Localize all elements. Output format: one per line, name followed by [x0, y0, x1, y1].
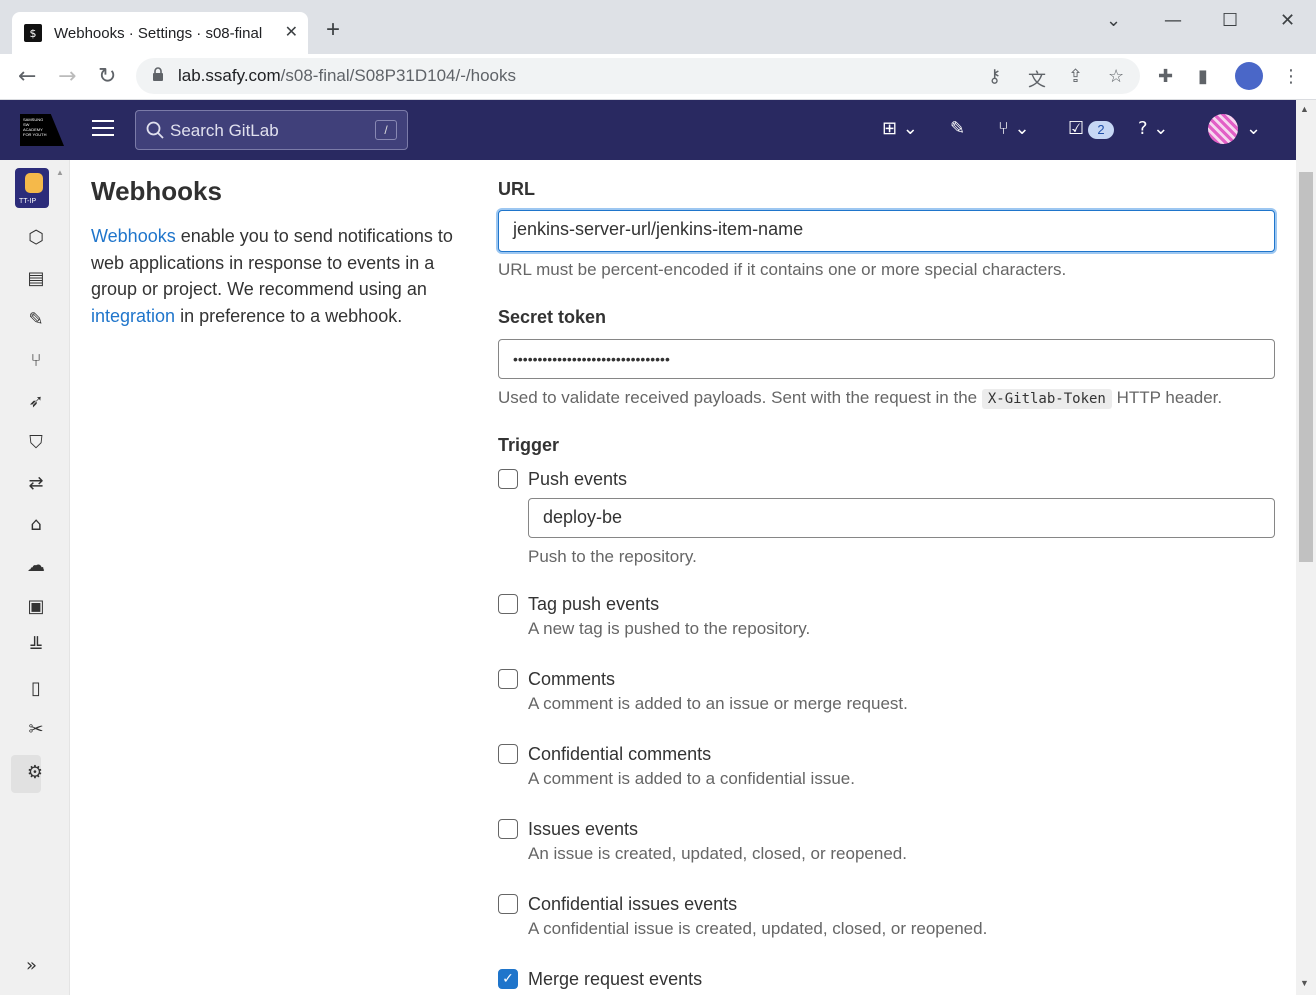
- confidential-issues-events-checkbox[interactable]: [498, 894, 518, 914]
- gitlab-top-bar: SAMSUNG SW ACADEMY FOR YOUTH Search GitL…: [0, 100, 1296, 160]
- settings-icon[interactable]: ⚙: [23, 761, 47, 785]
- side-panel-icon[interactable]: ▮: [1198, 66, 1208, 87]
- issues-events-label: Issues events: [528, 819, 639, 839]
- todos-count-badge: 2: [1088, 121, 1114, 139]
- infrastructure-icon[interactable]: ☁: [24, 554, 48, 578]
- push-branch-filter-input[interactable]: deploy-be: [528, 498, 1275, 538]
- security-icon[interactable]: ⛉: [24, 431, 48, 455]
- reload-icon[interactable]: ↻: [98, 64, 116, 89]
- push-events-checkbox[interactable]: [498, 469, 518, 489]
- integration-link[interactable]: integration: [91, 306, 175, 326]
- analytics-icon[interactable]: ╩: [24, 636, 48, 660]
- issues-events-help: An issue is created, updated, closed, or…: [528, 844, 907, 863]
- bookmark-star-icon[interactable]: ☆: [1108, 66, 1124, 87]
- snippets-icon[interactable]: ✂: [24, 718, 48, 742]
- monitor-icon[interactable]: ▣: [24, 595, 48, 619]
- header-code: X-Gitlab-Token: [981, 389, 1112, 409]
- gitlab-brand-logo[interactable]: SAMSUNG SW ACADEMY FOR YOUTH: [20, 114, 64, 146]
- confidential-comments-help: A comment is added to a confidential iss…: [528, 769, 855, 788]
- todos-icon[interactable]: ☑: [1068, 118, 1084, 139]
- search-shortcut-hint: /: [375, 120, 397, 140]
- password-key-icon[interactable]: ⚷: [988, 66, 1001, 87]
- push-events-label: Push events: [528, 469, 628, 489]
- project-avatar[interactable]: TT-IP: [15, 168, 49, 208]
- maximize-icon[interactable]: ☐: [1222, 10, 1238, 31]
- browser-toolbar: ← → ↻ lab.ssafy.com/s08-final/S08P31D104…: [0, 54, 1316, 100]
- create-new-icon[interactable]: ⊞ ⌄: [882, 118, 918, 139]
- search-icon: [146, 121, 164, 139]
- url-input[interactable]: jenkins-server-url/jenkins-item-name: [498, 210, 1275, 252]
- chrome-menu-icon[interactable]: ⋮: [1282, 66, 1300, 87]
- merge-requests-icon[interactable]: ⑂: [24, 349, 48, 373]
- browser-tab-active[interactable]: $ Webhooks · Settings · s08-final ✕: [12, 12, 308, 54]
- confidential-comments-checkbox[interactable]: [498, 744, 518, 764]
- issues-icon[interactable]: ✎: [24, 308, 48, 332]
- merge-requests-header-icon[interactable]: ⑂ ⌄: [998, 118, 1030, 139]
- confidential-issues-events-label: Confidential issues events: [528, 894, 738, 914]
- secret-token-help-text: Used to validate received payloads. Sent…: [498, 388, 1223, 409]
- back-icon[interactable]: ←: [18, 64, 36, 89]
- trigger-label: Trigger: [498, 435, 560, 455]
- ci-cd-icon[interactable]: ➶: [24, 390, 48, 414]
- extensions-icon[interactable]: ✚: [1158, 66, 1173, 87]
- comments-checkbox[interactable]: [498, 669, 518, 689]
- wiki-icon[interactable]: ▯: [24, 677, 48, 701]
- project-overview-icon[interactable]: ⬡: [24, 226, 48, 250]
- address-bar[interactable]: lab.ssafy.com/s08-final/S08P31D104/-/hoo…: [136, 58, 1140, 94]
- confidential-issues-events-help: A confidential issue is created, updated…: [528, 919, 988, 938]
- comments-label: Comments: [528, 669, 616, 689]
- main-menu-icon[interactable]: [92, 120, 114, 138]
- share-icon[interactable]: ⇪: [1068, 66, 1083, 87]
- translate-icon[interactable]: 文: [1028, 66, 1046, 92]
- close-window-icon[interactable]: ✕: [1280, 10, 1295, 31]
- chrome-profile-avatar[interactable]: [1235, 62, 1263, 90]
- webhooks-docs-link[interactable]: Webhooks: [91, 226, 176, 246]
- search-input[interactable]: Search GitLab /: [135, 110, 408, 150]
- browser-tabstrip: $ Webhooks · Settings · s08-final ✕ + ⌄ …: [0, 0, 1316, 54]
- push-events-help: Push to the repository.: [528, 547, 697, 566]
- merge-request-events-checkbox[interactable]: ✓: [498, 969, 518, 989]
- comments-help: A comment is added to an issue or merge …: [528, 694, 908, 713]
- sidebar-scroll-up-icon[interactable]: ▲: [56, 168, 64, 177]
- url-label: URL: [498, 179, 535, 199]
- lock-icon: [153, 67, 163, 81]
- page-scrollbar[interactable]: ▲ ▼: [1296, 100, 1316, 995]
- gitlab-favicon-icon: $: [24, 24, 42, 42]
- forward-icon[interactable]: →: [58, 64, 76, 89]
- help-icon[interactable]: ? ⌄: [1138, 118, 1168, 139]
- tag-push-events-checkbox[interactable]: [498, 594, 518, 614]
- page-title: Webhooks: [91, 176, 222, 206]
- merge-request-events-label: Merge request events: [528, 969, 703, 989]
- collapse-sidebar-icon[interactable]: »: [26, 955, 37, 976]
- user-avatar[interactable]: [1208, 114, 1238, 144]
- url-text: lab.ssafy.com/s08-final/S08P31D104/-/hoo…: [178, 66, 516, 85]
- issues-header-icon[interactable]: ✎: [950, 118, 965, 139]
- secret-token-label: Secret token: [498, 307, 607, 327]
- tag-push-events-label: Tag push events: [528, 594, 660, 614]
- webhooks-intro: Webhooks Webhooks enable you to send not…: [91, 176, 461, 329]
- project-sidebar: TT-IP ▲ ⬡ ▤ ✎ ⑂ ➶ ⛉ ⇄ ⌂ ☁ ▣ ╩ ▯ ✂ ⚙ »: [0, 160, 70, 995]
- new-tab-icon[interactable]: +: [326, 16, 340, 44]
- repository-icon[interactable]: ▤: [24, 267, 48, 291]
- close-tab-icon[interactable]: ✕: [285, 22, 298, 42]
- tag-push-events-help: A new tag is pushed to the repository.: [528, 619, 811, 638]
- scrollbar-thumb[interactable]: [1299, 172, 1313, 562]
- minimize-icon[interactable]: —: [1164, 10, 1182, 31]
- scroll-up-icon[interactable]: ▲: [1300, 104, 1309, 114]
- secret-token-input[interactable]: ••••••••••••••••••••••••••••••••: [498, 339, 1275, 379]
- issues-events-checkbox[interactable]: [498, 819, 518, 839]
- tab-search-chevron-icon[interactable]: ⌄: [1106, 10, 1121, 31]
- packages-icon[interactable]: ⌂: [24, 513, 48, 537]
- url-help-text: URL must be percent-encoded if it contai…: [498, 260, 1067, 279]
- webhooks-description: Webhooks enable you to send notification…: [91, 226, 453, 326]
- tab-title: Webhooks · Settings · s08-final: [54, 24, 263, 42]
- confidential-comments-label: Confidential comments: [528, 744, 712, 764]
- user-menu-chevron-icon[interactable]: ⌄: [1246, 118, 1261, 139]
- scroll-down-icon[interactable]: ▼: [1300, 978, 1309, 988]
- deployments-icon[interactable]: ⇄: [24, 472, 48, 496]
